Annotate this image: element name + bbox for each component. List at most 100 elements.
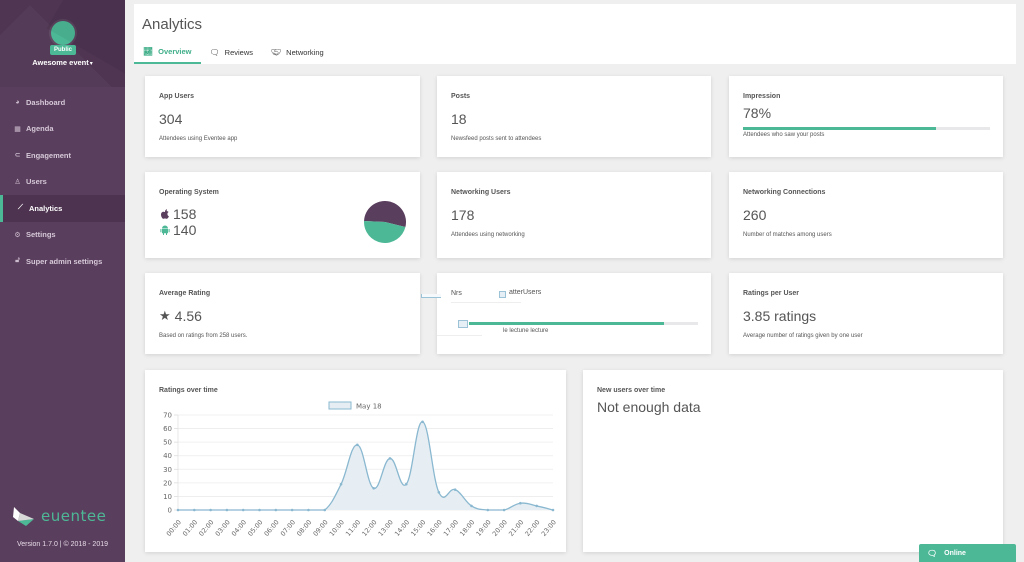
card-title: Ratings per User	[743, 290, 800, 297]
x-tick-label: 07:00	[279, 518, 297, 537]
data-point	[404, 482, 408, 486]
card-description: Attendees using Eventee app	[159, 136, 238, 142]
y-tick-label: 10	[163, 493, 172, 501]
x-tick-label: 05:00	[246, 518, 264, 537]
logo-text: euentee	[41, 507, 107, 525]
x-tick-label: 04:00	[230, 518, 248, 537]
data-point	[502, 508, 506, 512]
users-icon: ♙	[14, 178, 21, 186]
networking-connections-value: 260	[743, 207, 767, 223]
ios-count-row: 158	[159, 206, 196, 222]
posts-card: Posts 18 Newsfeed posts sent to attendee…	[437, 76, 711, 157]
tab-networking[interactable]: 🤝︎ Networking	[262, 41, 333, 64]
tab-reviews[interactable]: 🗨︎ Reviews	[201, 41, 263, 64]
glitched-card: Nrs atterUsers le lectune lecture	[437, 273, 711, 354]
tab-label: Reviews	[224, 48, 254, 57]
sidebar-item-label: Super admin settings	[26, 256, 103, 266]
eventee-logo-icon	[13, 507, 34, 526]
sidebar-item-label: Engagement	[26, 150, 72, 160]
magnet-icon: ⊂	[14, 152, 21, 160]
handshake-icon: 🤝︎	[271, 48, 282, 57]
networking-users-value: 178	[451, 207, 475, 223]
x-tick-label: 08:00	[295, 518, 313, 537]
card-description: Newsfeed posts sent to attendees	[451, 136, 542, 142]
sidebar-item-analytics[interactable]: ⟋ Analytics	[0, 195, 125, 222]
x-tick-label: 00:00	[165, 518, 183, 537]
sidebar-item-label: Dashboard	[26, 97, 66, 107]
sidebar-item-agenda[interactable]: ▦ Agenda	[0, 116, 125, 143]
online-label: Online	[944, 549, 966, 557]
analytics-tabs: 📈︎ Overview 🗨︎ Reviews 🤝︎ Networking	[134, 41, 333, 64]
sidebar-item-label: Analytics	[29, 203, 63, 213]
average-rating-row: ★ 4.56	[159, 308, 202, 324]
chat-icon: 🗨︎	[927, 548, 938, 558]
data-point	[551, 508, 555, 512]
card-title: Operating System	[159, 189, 219, 196]
tab-overview[interactable]: 📈︎ Overview	[134, 41, 201, 64]
line-chart-icon: ⟋	[18, 204, 23, 212]
ratings-per-user-value: 3.85 ratings	[743, 308, 817, 324]
ratings-over-time-card: Ratings over time May 18 0 10 20 30 40 50 60 70 0…	[145, 370, 566, 552]
data-point	[307, 508, 310, 512]
sidebar: Public Awesome event▾ ◕ Dashboard ▦ Agenda…	[0, 0, 125, 562]
impression-progress-bar	[743, 127, 990, 130]
x-tick-label: 12:00	[360, 518, 378, 537]
legend-swatch	[499, 291, 506, 298]
y-tick-label: 30	[163, 466, 172, 474]
dashboard-icon: ◕	[15, 98, 20, 106]
average-rating-card: Average Rating ★ 4.56 Based on ratings f…	[145, 273, 420, 354]
line-chart-icon: 📈︎	[143, 47, 154, 56]
artifact-box	[458, 320, 468, 328]
x-tick-label: 18:00	[458, 518, 476, 537]
page-header: Analytics 📈︎ Overview 🗨︎ Reviews 🤝︎ Network…	[134, 4, 1016, 64]
posts-value: 18	[451, 111, 467, 127]
operating-system-card: Operating System 158 140	[145, 172, 420, 258]
y-tick-label: 60	[163, 425, 172, 433]
card-title: Impression	[743, 93, 781, 100]
artifact-box	[421, 294, 441, 298]
data-point	[372, 486, 375, 490]
event-avatar[interactable]	[51, 21, 75, 45]
x-tick-label: 15:00	[409, 518, 427, 537]
sidebar-item-dashboard[interactable]: ◕ Dashboard	[0, 89, 125, 116]
app-users-value: 304	[159, 111, 183, 127]
networking-users-card: Networking Users 178 Attendees using net…	[437, 172, 711, 258]
empty-state-message: Not enough data	[597, 399, 701, 415]
ratings-over-time-chart: May 18 0 10 20 30 40 50 60 70 00:0001:0002:0003:0…	[163, 401, 558, 538]
online-chat-button[interactable]: 🗨︎ Online	[919, 544, 1016, 562]
card-description: Attendees using networking	[451, 232, 525, 238]
x-tick-label: 06:00	[263, 518, 281, 537]
y-tick-label: 20	[163, 479, 172, 487]
sidebar-item-users[interactable]: ♙ Users	[0, 169, 125, 196]
x-tick-label: 03:00	[214, 518, 232, 537]
calendar-icon: ▦	[14, 125, 21, 133]
x-tick-label: 02:00	[197, 518, 215, 537]
app-users-card: App Users 304 Attendees using Eventee ap…	[145, 76, 420, 157]
data-point	[388, 457, 392, 460]
data-point	[225, 508, 229, 512]
event-header: Public Awesome event▾	[0, 0, 125, 87]
apple-icon	[161, 209, 169, 219]
sidebar-item-label: Settings	[26, 230, 56, 240]
page-title: Analytics	[142, 16, 203, 33]
legend-swatch	[328, 401, 352, 410]
event-switcher[interactable]: Awesome event▾	[0, 58, 125, 67]
x-tick-label: 17:00	[442, 518, 460, 537]
data-point	[519, 501, 522, 505]
tab-label: Overview	[158, 47, 192, 56]
x-tick-label: 23:00	[540, 518, 558, 537]
new-users-over-time-card: New users over time Not enough data	[583, 370, 1003, 552]
sidebar-item-engagement[interactable]: ⊂ Engagement	[0, 142, 125, 169]
legend-label: May 18	[356, 403, 382, 411]
data-point	[535, 504, 538, 508]
x-tick-label: 09:00	[311, 518, 329, 537]
sidebar-nav: ◕ Dashboard ▦ Agenda ⊂ Engagement ♙ Users ⟋ A…	[0, 89, 125, 275]
sidebar-item-settings[interactable]: ⚙ Settings	[0, 222, 125, 249]
sidebar-item-label: Users	[26, 177, 47, 187]
tab-label: Networking	[286, 48, 324, 57]
public-badge: Public	[50, 45, 76, 55]
eventee-logo: euentee	[12, 505, 106, 527]
gear-icon: ⚙	[14, 231, 21, 239]
sidebar-item-super-admin-settings[interactable]: 🔓︎ Super admin settings	[0, 248, 125, 275]
data-point	[323, 508, 327, 512]
